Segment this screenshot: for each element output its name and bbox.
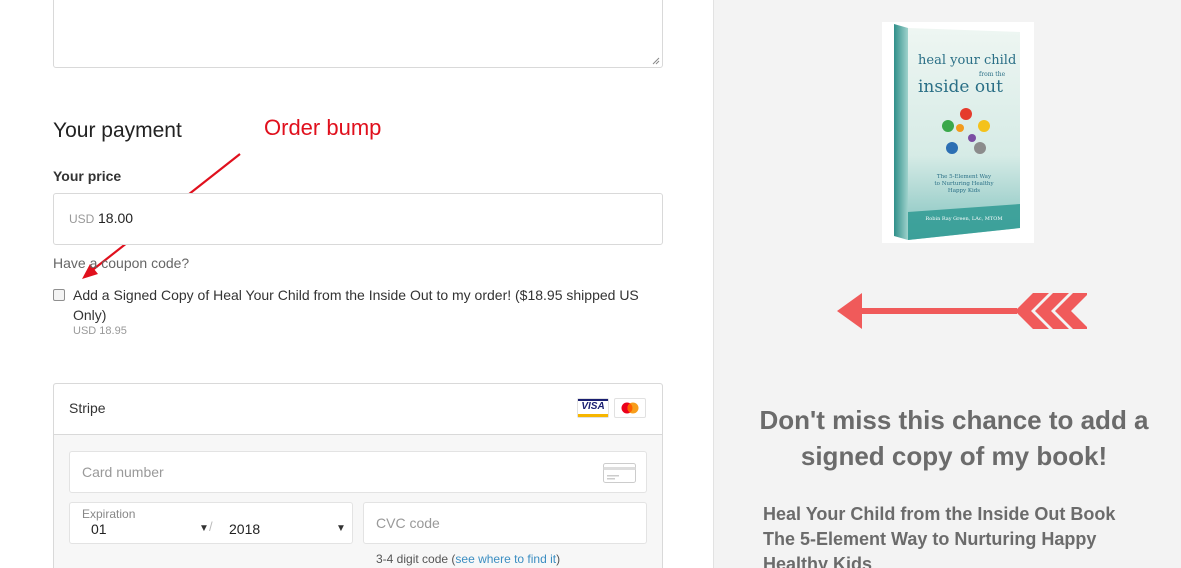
stripe-label: Stripe xyxy=(69,400,106,416)
svg-text:to Nurturing Healthy: to Nurturing Healthy xyxy=(934,181,994,187)
order-bump-price: USD 18.95 xyxy=(73,325,127,337)
price-currency: USD xyxy=(69,212,95,226)
mastercard-icon xyxy=(614,398,646,418)
card-number-placeholder: Card number xyxy=(82,464,164,480)
expiration-month-select[interactable]: 01 xyxy=(91,521,107,537)
card-number-input[interactable]: Card number xyxy=(69,451,647,493)
notes-textarea[interactable] xyxy=(53,0,663,68)
coupon-link[interactable]: Have a coupon code? xyxy=(53,255,189,271)
svg-text:inside out: inside out xyxy=(918,77,1003,97)
stripe-header[interactable]: Stripe VISA xyxy=(54,384,662,435)
cvc-placeholder: CVC code xyxy=(376,515,440,531)
chevron-down-icon[interactable]: ▼ xyxy=(336,523,346,534)
chevron-down-icon[interactable]: ▼ xyxy=(199,523,209,534)
cvc-input[interactable]: CVC code xyxy=(363,502,647,544)
expiration-year-select[interactable]: 2018 xyxy=(229,521,260,537)
left-arrow-icon xyxy=(837,293,1087,329)
payment-section-title: Your payment xyxy=(53,119,182,142)
expiration-field: Expiration 01 ▼ / 2018 ▼ xyxy=(69,502,353,544)
expiration-separator: / xyxy=(209,519,213,534)
promo-subtitle-line: Heal Your Child from the Inside Out Book xyxy=(763,504,1116,524)
checkout-form-column: Your payment Order bump Your price USD 1… xyxy=(0,0,713,568)
order-bump-annotation-label: Order bump xyxy=(264,115,382,140)
promo-subtitle-line: Healthy Kids xyxy=(763,554,873,568)
credit-card-icon xyxy=(603,463,636,483)
promo-subtitle: Heal Your Child from the Inside Out Book… xyxy=(763,502,1163,568)
book-cover-image: heal your child from the inside out The … xyxy=(882,22,1034,243)
cvc-help-link[interactable]: see where to find it xyxy=(455,552,556,566)
price-field[interactable]: USD 18.00 xyxy=(53,193,663,245)
promo-sidebar: heal your child from the inside out The … xyxy=(713,0,1181,568)
visa-logo-text: VISA xyxy=(581,401,605,412)
cvc-hint: 3-4 digit code (see where to find it) xyxy=(376,552,561,566)
stripe-payment-panel: Stripe VISA Card number Expiration 01 ▼ … xyxy=(53,383,663,568)
visa-icon: VISA xyxy=(577,398,609,418)
promo-headline: Don't miss this chance to add a signed c… xyxy=(759,405,1149,471)
svg-text:The 5-Element Way: The 5-Element Way xyxy=(937,174,992,180)
svg-text:Happy Kids: Happy Kids xyxy=(948,188,980,194)
svg-text:Robin Ray Green, LAc, MTOM: Robin Ray Green, LAc, MTOM xyxy=(926,216,1003,222)
order-bump-checkbox[interactable] xyxy=(53,289,65,301)
resize-grip-icon[interactable] xyxy=(652,57,660,65)
promo-subtitle-line: The 5-Element Way to Nurturing Happy xyxy=(763,529,1097,549)
order-bump-text[interactable]: Add a Signed Copy of Heal Your Child fro… xyxy=(73,285,658,325)
price-value: 18.00 xyxy=(98,210,134,226)
price-label: Your price xyxy=(53,168,122,184)
expiration-label: Expiration xyxy=(82,507,136,521)
svg-text:heal your child: heal your child xyxy=(918,53,1016,68)
